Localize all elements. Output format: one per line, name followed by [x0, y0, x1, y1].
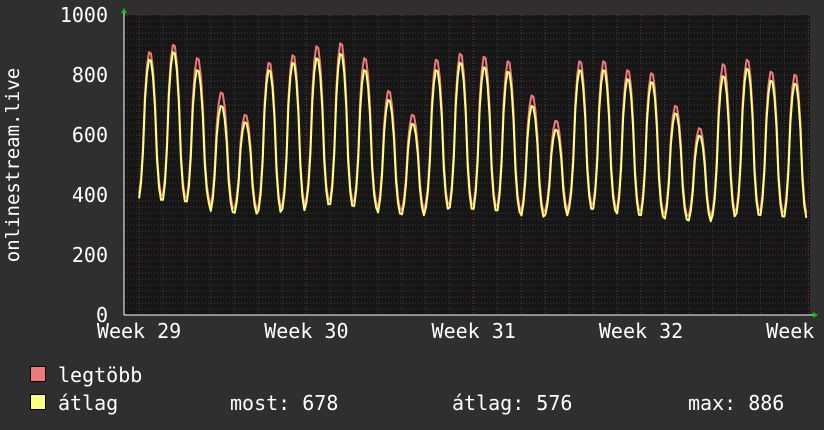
x-tick-label: Week 30 [264, 319, 348, 343]
stat-average: átlag: 576 [452, 391, 573, 415]
stat-now: most: 678 [230, 391, 339, 415]
y-tick-label: 800 [72, 63, 108, 87]
y-tick-label: 400 [72, 183, 108, 207]
legend-swatch-avg [30, 394, 46, 410]
x-tick-label: Week 31 [432, 319, 516, 343]
legend-label-avg: átlag [58, 391, 119, 415]
x-axis-arrow [813, 312, 818, 318]
stat-max: max: 886 [688, 391, 785, 415]
y-tick-label: 1000 [60, 3, 108, 27]
x-tick-label: Week 32 [599, 319, 683, 343]
y-tick-label: 200 [72, 243, 108, 267]
x-tick-label: Week 29 [97, 319, 181, 343]
y-tick-label: 600 [72, 123, 108, 147]
y-axis-label: onlinestream.live [2, 68, 24, 262]
legend-swatch-max [30, 366, 46, 382]
x-tick-label: Week 33 [766, 319, 824, 343]
legend-label-max: legtöbb [58, 363, 143, 387]
y-axis-arrow [121, 8, 127, 13]
